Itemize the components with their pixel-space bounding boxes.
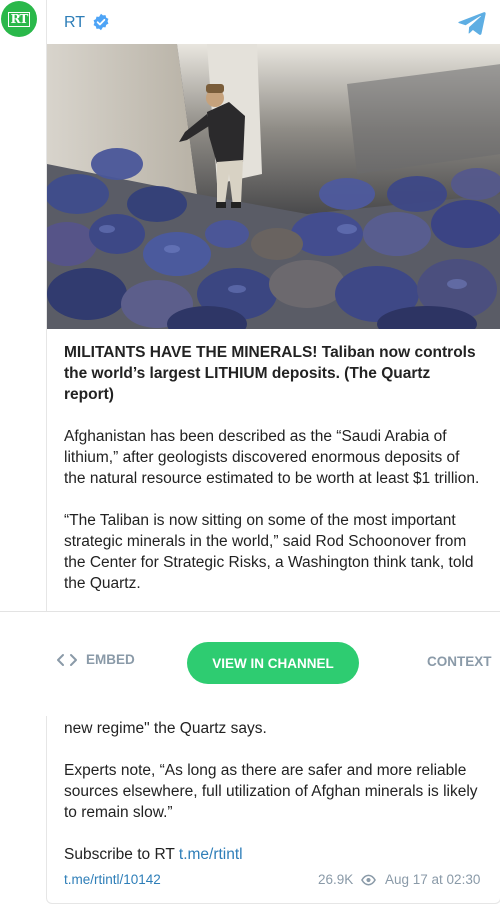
- avatar-logo-text: RT: [7, 11, 31, 27]
- subscribe-line: Subscribe to RT t.me/rtintl: [64, 844, 484, 865]
- post-text: MILITANTS HAVE THE MINERALS! Taliban now…: [64, 342, 484, 612]
- post-footer: t.me/rtintl/10142 26.9K Aug 17 at 02:30: [64, 872, 484, 890]
- embed-label: EMBED: [86, 652, 135, 667]
- channel-avatar[interactable]: RT: [1, 1, 37, 37]
- action-bar: EMBED VIEW IN CHANNEL CONTEXT: [0, 640, 500, 686]
- post-paragraph: “The Taliban is now sitting on some of t…: [64, 512, 474, 592]
- verified-badge-icon: [93, 13, 109, 31]
- post-card-continued: new regime" the Quartz says. Experts not…: [46, 716, 500, 904]
- eye-icon: [361, 874, 376, 886]
- divider: [0, 611, 500, 612]
- post-text-continued: new regime" the Quartz says. Experts not…: [64, 718, 484, 886]
- context-button[interactable]: CONTEXT: [427, 654, 492, 669]
- subscribe-link[interactable]: t.me/rtintl: [179, 846, 243, 863]
- post-header: RT: [47, 0, 500, 44]
- subscribe-text: Subscribe to RT: [64, 846, 175, 863]
- post-date[interactable]: Aug 17 at 02:30: [385, 872, 480, 887]
- post-paragraph: new regime" the Quartz says.: [64, 720, 267, 737]
- channel-name-link[interactable]: RT: [64, 14, 85, 32]
- post-paragraph: Afghanistan has been described as the “S…: [64, 428, 480, 487]
- view-in-channel-button[interactable]: VIEW IN CHANNEL: [187, 642, 359, 684]
- embed-button[interactable]: EMBED: [56, 652, 135, 667]
- post-card: RT MILITANTS HAVE THE MINERALS! Taliban …: [46, 0, 500, 612]
- post-photo[interactable]: [47, 44, 500, 329]
- view-count: 26.9K: [318, 872, 354, 887]
- telegram-icon[interactable]: [458, 11, 486, 35]
- code-icon: [57, 653, 77, 666]
- post-paragraph: Experts note, “As long as there are safe…: [64, 762, 478, 821]
- post-permalink[interactable]: t.me/rtintl/10142: [64, 872, 161, 887]
- post-headline: MILITANTS HAVE THE MINERALS! Taliban now…: [64, 344, 476, 403]
